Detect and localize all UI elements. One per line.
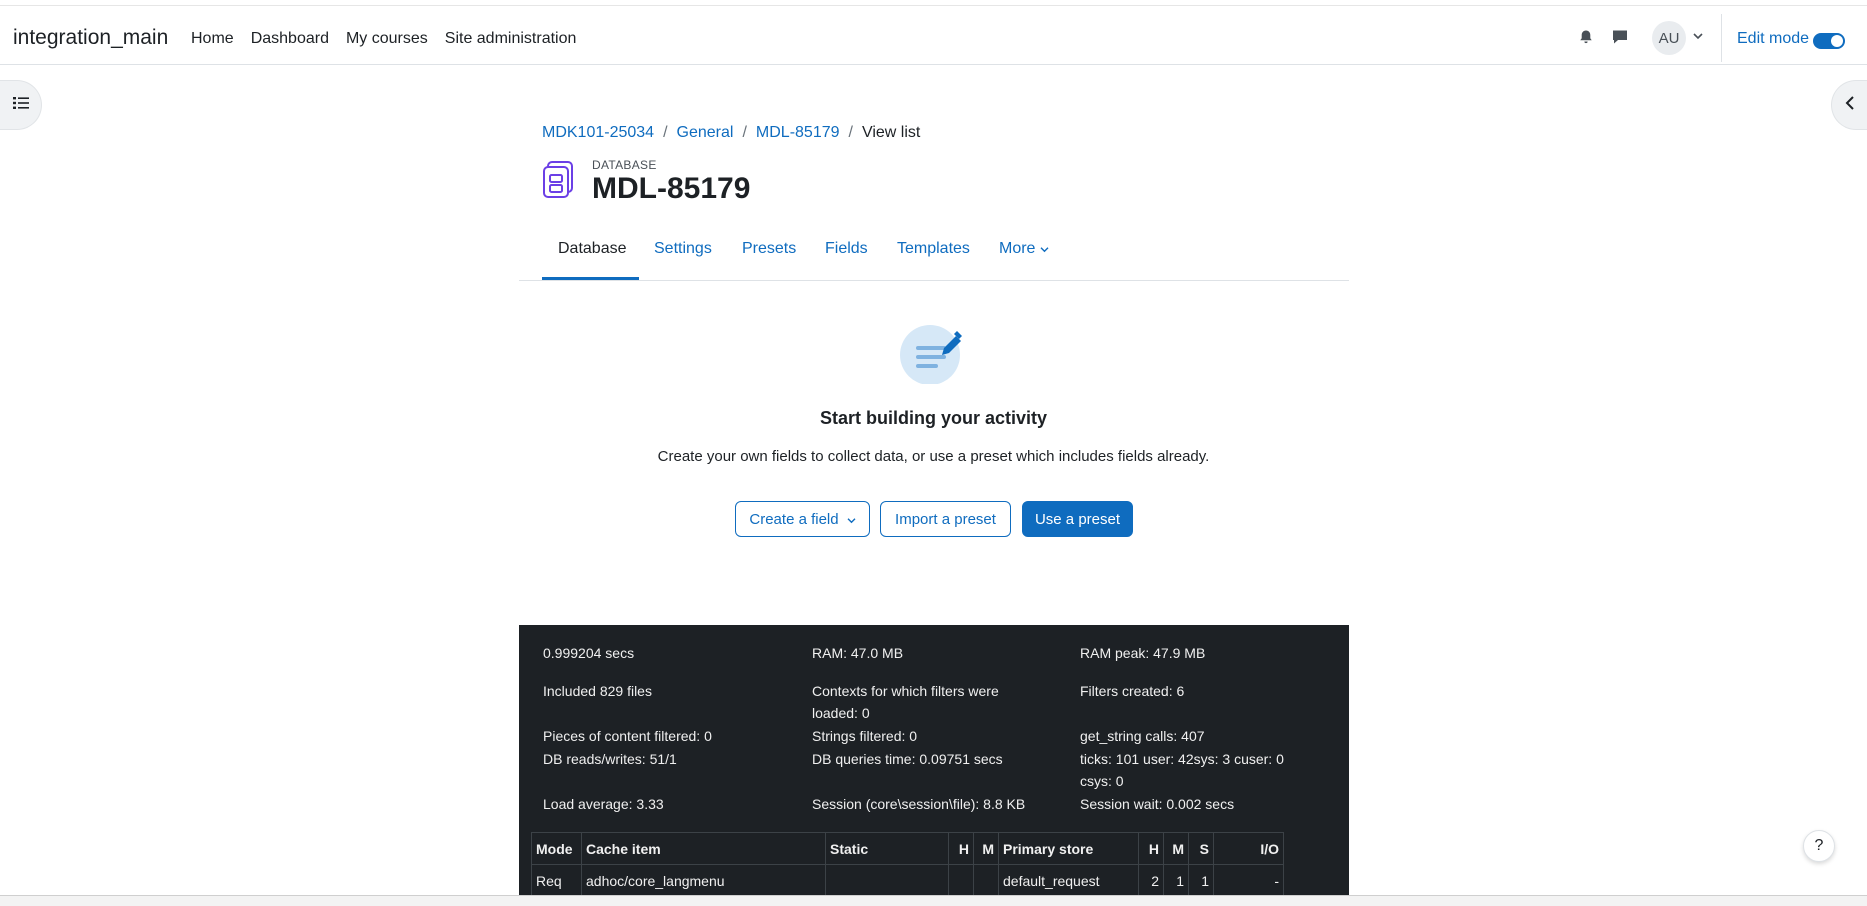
empty-state-description: Create your own fields to collect data, … [657,448,1210,465]
top-navbar: integration_main Home Dashboard My cours… [0,5,1867,65]
cell-h [948,864,974,897]
breadcrumb-section[interactable]: General [677,124,734,142]
chevron-left-icon [1845,95,1855,115]
cell-m2: 1 [1163,864,1189,897]
cell-primary-store: default_request [998,864,1139,897]
primary-navigation: Home Dashboard My courses Site administr… [191,30,576,48]
breadcrumb-separator: / [663,124,668,141]
perf-get-string: get_string calls: 407 [1080,728,1205,744]
use-preset-button[interactable]: Use a preset [1022,501,1133,537]
empty-state-illustration-icon [898,324,968,385]
chevron-down-icon [847,511,856,528]
os-taskbar [0,895,1867,906]
user-avatar[interactable]: AU [1652,21,1686,55]
tab-fields[interactable]: Fields [825,240,868,258]
table-header-row: Mode Cache item Static H M Primary store… [531,832,1284,865]
col-mode: Mode [531,832,582,865]
nav-my-courses[interactable]: My courses [346,30,428,48]
perf-time: 0.999204 secs [543,645,635,661]
perf-contexts-line2: loaded: 0 [812,705,870,721]
cell-s: 1 [1188,864,1214,897]
col-cache-item: Cache item [581,832,826,865]
database-activity-icon [542,160,578,198]
col-m: M [973,832,999,865]
tab-templates[interactable]: Templates [897,240,970,258]
cell-static [825,864,949,897]
navbar-divider [1721,14,1722,62]
activity-type-label: DATABASE [592,158,657,172]
cache-usage-table: Mode Cache item Static H M Primary store… [531,832,1284,897]
perf-ram-peak: RAM peak: 47.9 MB [1080,645,1206,661]
breadcrumb-current: View list [861,124,921,141]
perf-included-files: Included 829 files [543,683,652,699]
chevron-down-icon [1040,240,1049,257]
perf-load-average: Load average: 3.33 [543,796,664,812]
page-title: MDL-85179 [592,172,751,205]
tab-settings[interactable]: Settings [654,240,712,258]
col-io: I/O [1213,832,1284,865]
table-row: Req adhoc/core_langmenu default_request … [531,864,1284,897]
tab-more-label: More [999,240,1036,257]
perf-session-wait: Session wait: 0.002 secs [1080,796,1235,812]
cell-h2: 2 [1138,864,1164,897]
col-static: Static [825,832,949,865]
tab-database[interactable]: Database [558,240,627,258]
list-icon [12,96,29,115]
cell-io: - [1213,864,1284,897]
edit-mode-toggle[interactable] [1813,33,1845,49]
perf-ram: RAM: 47.0 MB [812,645,904,661]
perf-db-time: DB queries time: 0.09751 secs [812,751,1003,767]
perf-ticks-line2: csys: 0 [1080,773,1124,789]
col-s: S [1188,832,1214,865]
block-drawer-toggle[interactable] [1831,80,1867,130]
breadcrumb: MDK101-25034 / General / MDL-85179 / Vie… [542,124,920,142]
nav-home[interactable]: Home [191,30,234,48]
chevron-down-icon[interactable] [1691,29,1705,43]
active-tab-indicator [542,277,639,280]
breadcrumb-activity[interactable]: MDL-85179 [756,124,840,142]
perf-contexts-line1: Contexts for which filters were [812,683,999,699]
create-field-button[interactable]: Create a field [735,501,870,537]
perf-pieces-filtered: Pieces of content filtered: 0 [543,728,712,744]
perf-ticks-line1: ticks: 101 user: 42sys: 3 cuser: 0 [1080,751,1284,767]
perf-strings-filtered: Strings filtered: 0 [812,728,918,744]
col-m2: M [1163,832,1189,865]
perf-session: Session (core\session\file): 8.8 KB [812,796,1026,812]
col-h2: H [1138,832,1164,865]
bell-icon[interactable] [1574,25,1598,49]
col-h: H [948,832,974,865]
breadcrumb-separator: / [742,124,747,141]
help-button[interactable]: ? [1803,830,1835,862]
nav-dashboard[interactable]: Dashboard [251,30,329,48]
perf-db-reads-writes: DB reads/writes: 51/1 [543,751,677,767]
tab-presets[interactable]: Presets [742,240,796,258]
tab-more[interactable]: More [999,240,1049,258]
cell-mode: Req [531,864,582,897]
secondary-navigation: Database Settings Presets Fields Templat… [519,230,1349,281]
breadcrumb-separator: / [848,124,853,141]
messages-icon[interactable] [1608,25,1632,49]
performance-info: 0.999204 secs RAM: 47.0 MB RAM peak: 47.… [519,625,1349,906]
perf-filters-created: Filters created: 6 [1080,683,1185,699]
nav-site-administration[interactable]: Site administration [445,30,577,48]
create-field-label: Create a field [749,510,839,528]
col-primary-store: Primary store [998,832,1139,865]
site-brand[interactable]: integration_main [13,26,168,50]
edit-mode-label[interactable]: Edit mode [1737,30,1809,48]
import-preset-button[interactable]: Import a preset [880,501,1011,537]
empty-state-title: Start building your activity [819,408,1048,428]
cell-cache-item: adhoc/core_langmenu [581,864,826,897]
breadcrumb-course[interactable]: MDK101-25034 [542,124,654,142]
cell-m [973,864,999,897]
course-index-toggle[interactable] [0,80,42,130]
